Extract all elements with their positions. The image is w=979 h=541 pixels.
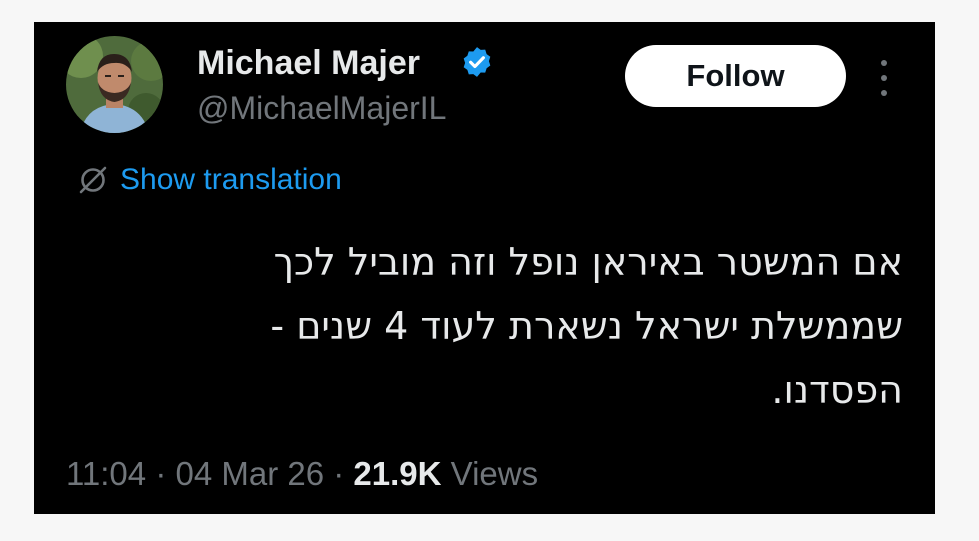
views-count[interactable]: 21.9K	[353, 455, 441, 492]
tweet-text-line: הפסדנו.	[771, 368, 903, 412]
page: Michael Majer @MichaelMajerIL Follow Sho…	[0, 0, 979, 541]
meta-separator: ·	[155, 455, 167, 492]
tweet-card: Michael Majer @MichaelMajerIL Follow Sho…	[34, 22, 935, 514]
views-label: Views	[450, 455, 539, 492]
tweet-text-line: אם המשטר באיראן נופל וזה מוביל לכך	[273, 240, 903, 284]
tweet-time[interactable]: 11:04	[66, 455, 146, 492]
meta-separator: ·	[333, 455, 345, 492]
more-dot	[881, 75, 887, 81]
translate-icon	[79, 166, 107, 194]
tweet-date[interactable]: 04 Mar 26	[175, 455, 324, 492]
tweet-text-line: שממשלת ישראל נשארת לעוד 4 שנים -	[270, 304, 903, 348]
translate-row[interactable]: Show translation	[76, 160, 342, 200]
author-handle[interactable]: @MichaelMajerIL	[197, 90, 446, 127]
verified-icon	[463, 47, 491, 77]
tweet-text: אם המשטר באיראן נופל וזה מוביל לכך שממשל…	[123, 230, 903, 422]
more-dot	[881, 90, 887, 96]
tweet-meta: 11:04 · 04 Mar 26 · 21.9K Views	[66, 455, 538, 493]
show-translation-link[interactable]: Show translation	[120, 163, 342, 197]
more-dot	[881, 60, 887, 66]
avatar[interactable]	[66, 36, 163, 133]
author-name[interactable]: Michael Majer	[197, 44, 420, 83]
avatar-photo	[66, 36, 163, 133]
more-icon[interactable]	[874, 60, 894, 96]
follow-button[interactable]: Follow	[625, 45, 846, 107]
